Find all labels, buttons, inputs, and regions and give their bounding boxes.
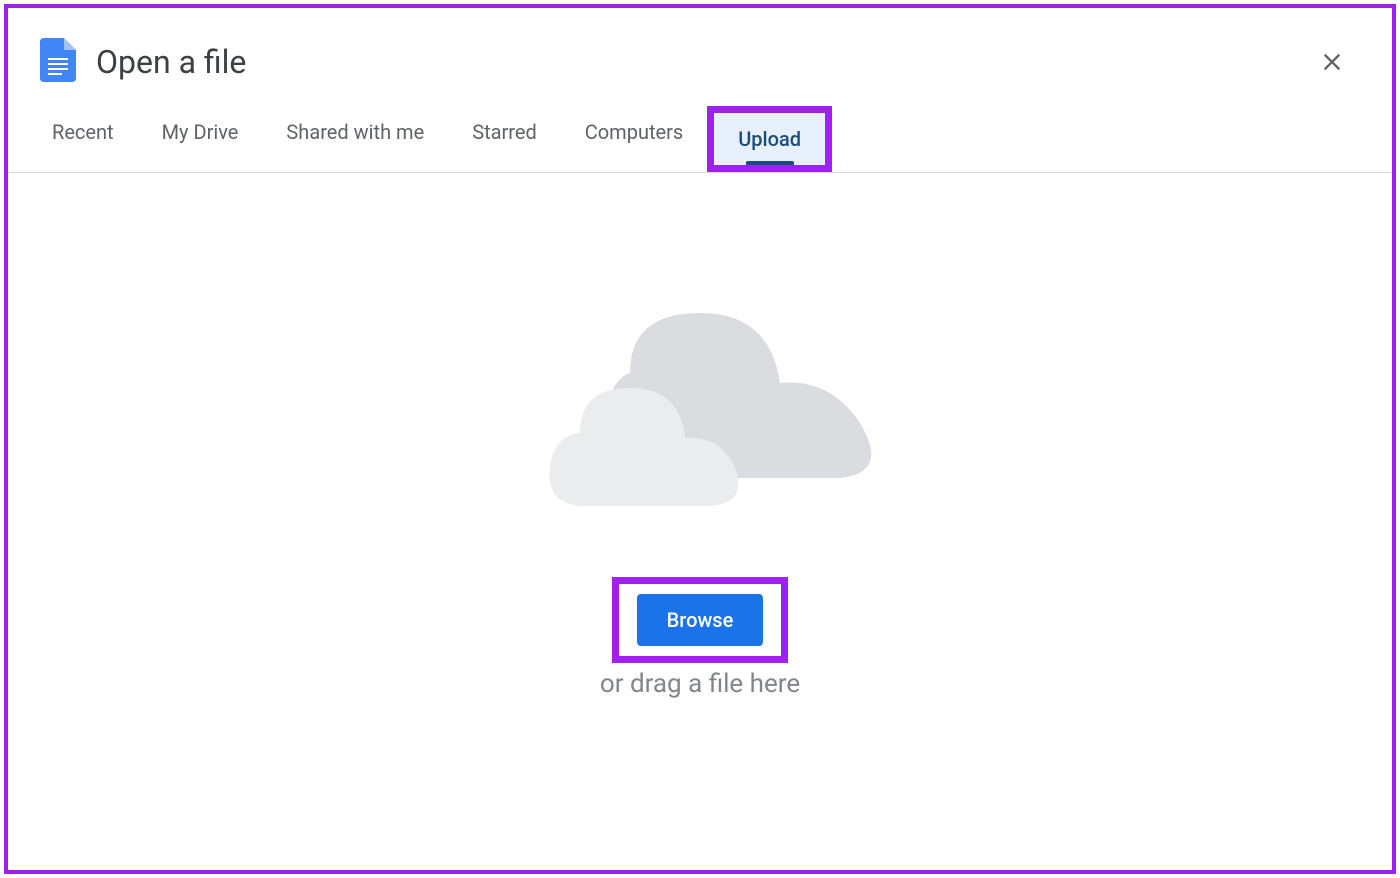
tabs-bar: Recent My Drive Shared with me Starred C… <box>8 106 1392 173</box>
highlight-upload-tab: Upload <box>707 106 832 172</box>
upload-content: Browse or drag a file here <box>8 173 1392 699</box>
cloud-icon <box>510 303 890 577</box>
tab-shared-with-me[interactable]: Shared with me <box>262 106 448 172</box>
dialog-header: Open a file <box>8 8 1392 106</box>
tab-recent[interactable]: Recent <box>28 106 138 172</box>
close-icon <box>1318 48 1346 80</box>
tab-upload[interactable]: Upload <box>714 113 825 165</box>
tab-my-drive[interactable]: My Drive <box>138 106 263 172</box>
tab-starred[interactable]: Starred <box>448 106 561 172</box>
dialog-container: Open a file Recent My Drive Shared with … <box>4 4 1396 874</box>
docs-icon <box>40 38 96 86</box>
highlight-browse-button: Browse <box>612 577 789 663</box>
dialog-title: Open a file <box>96 43 246 81</box>
drag-hint-text: or drag a file here <box>600 669 800 699</box>
browse-button[interactable]: Browse <box>637 594 764 646</box>
close-button[interactable] <box>1312 44 1352 84</box>
tab-computers[interactable]: Computers <box>561 106 707 172</box>
